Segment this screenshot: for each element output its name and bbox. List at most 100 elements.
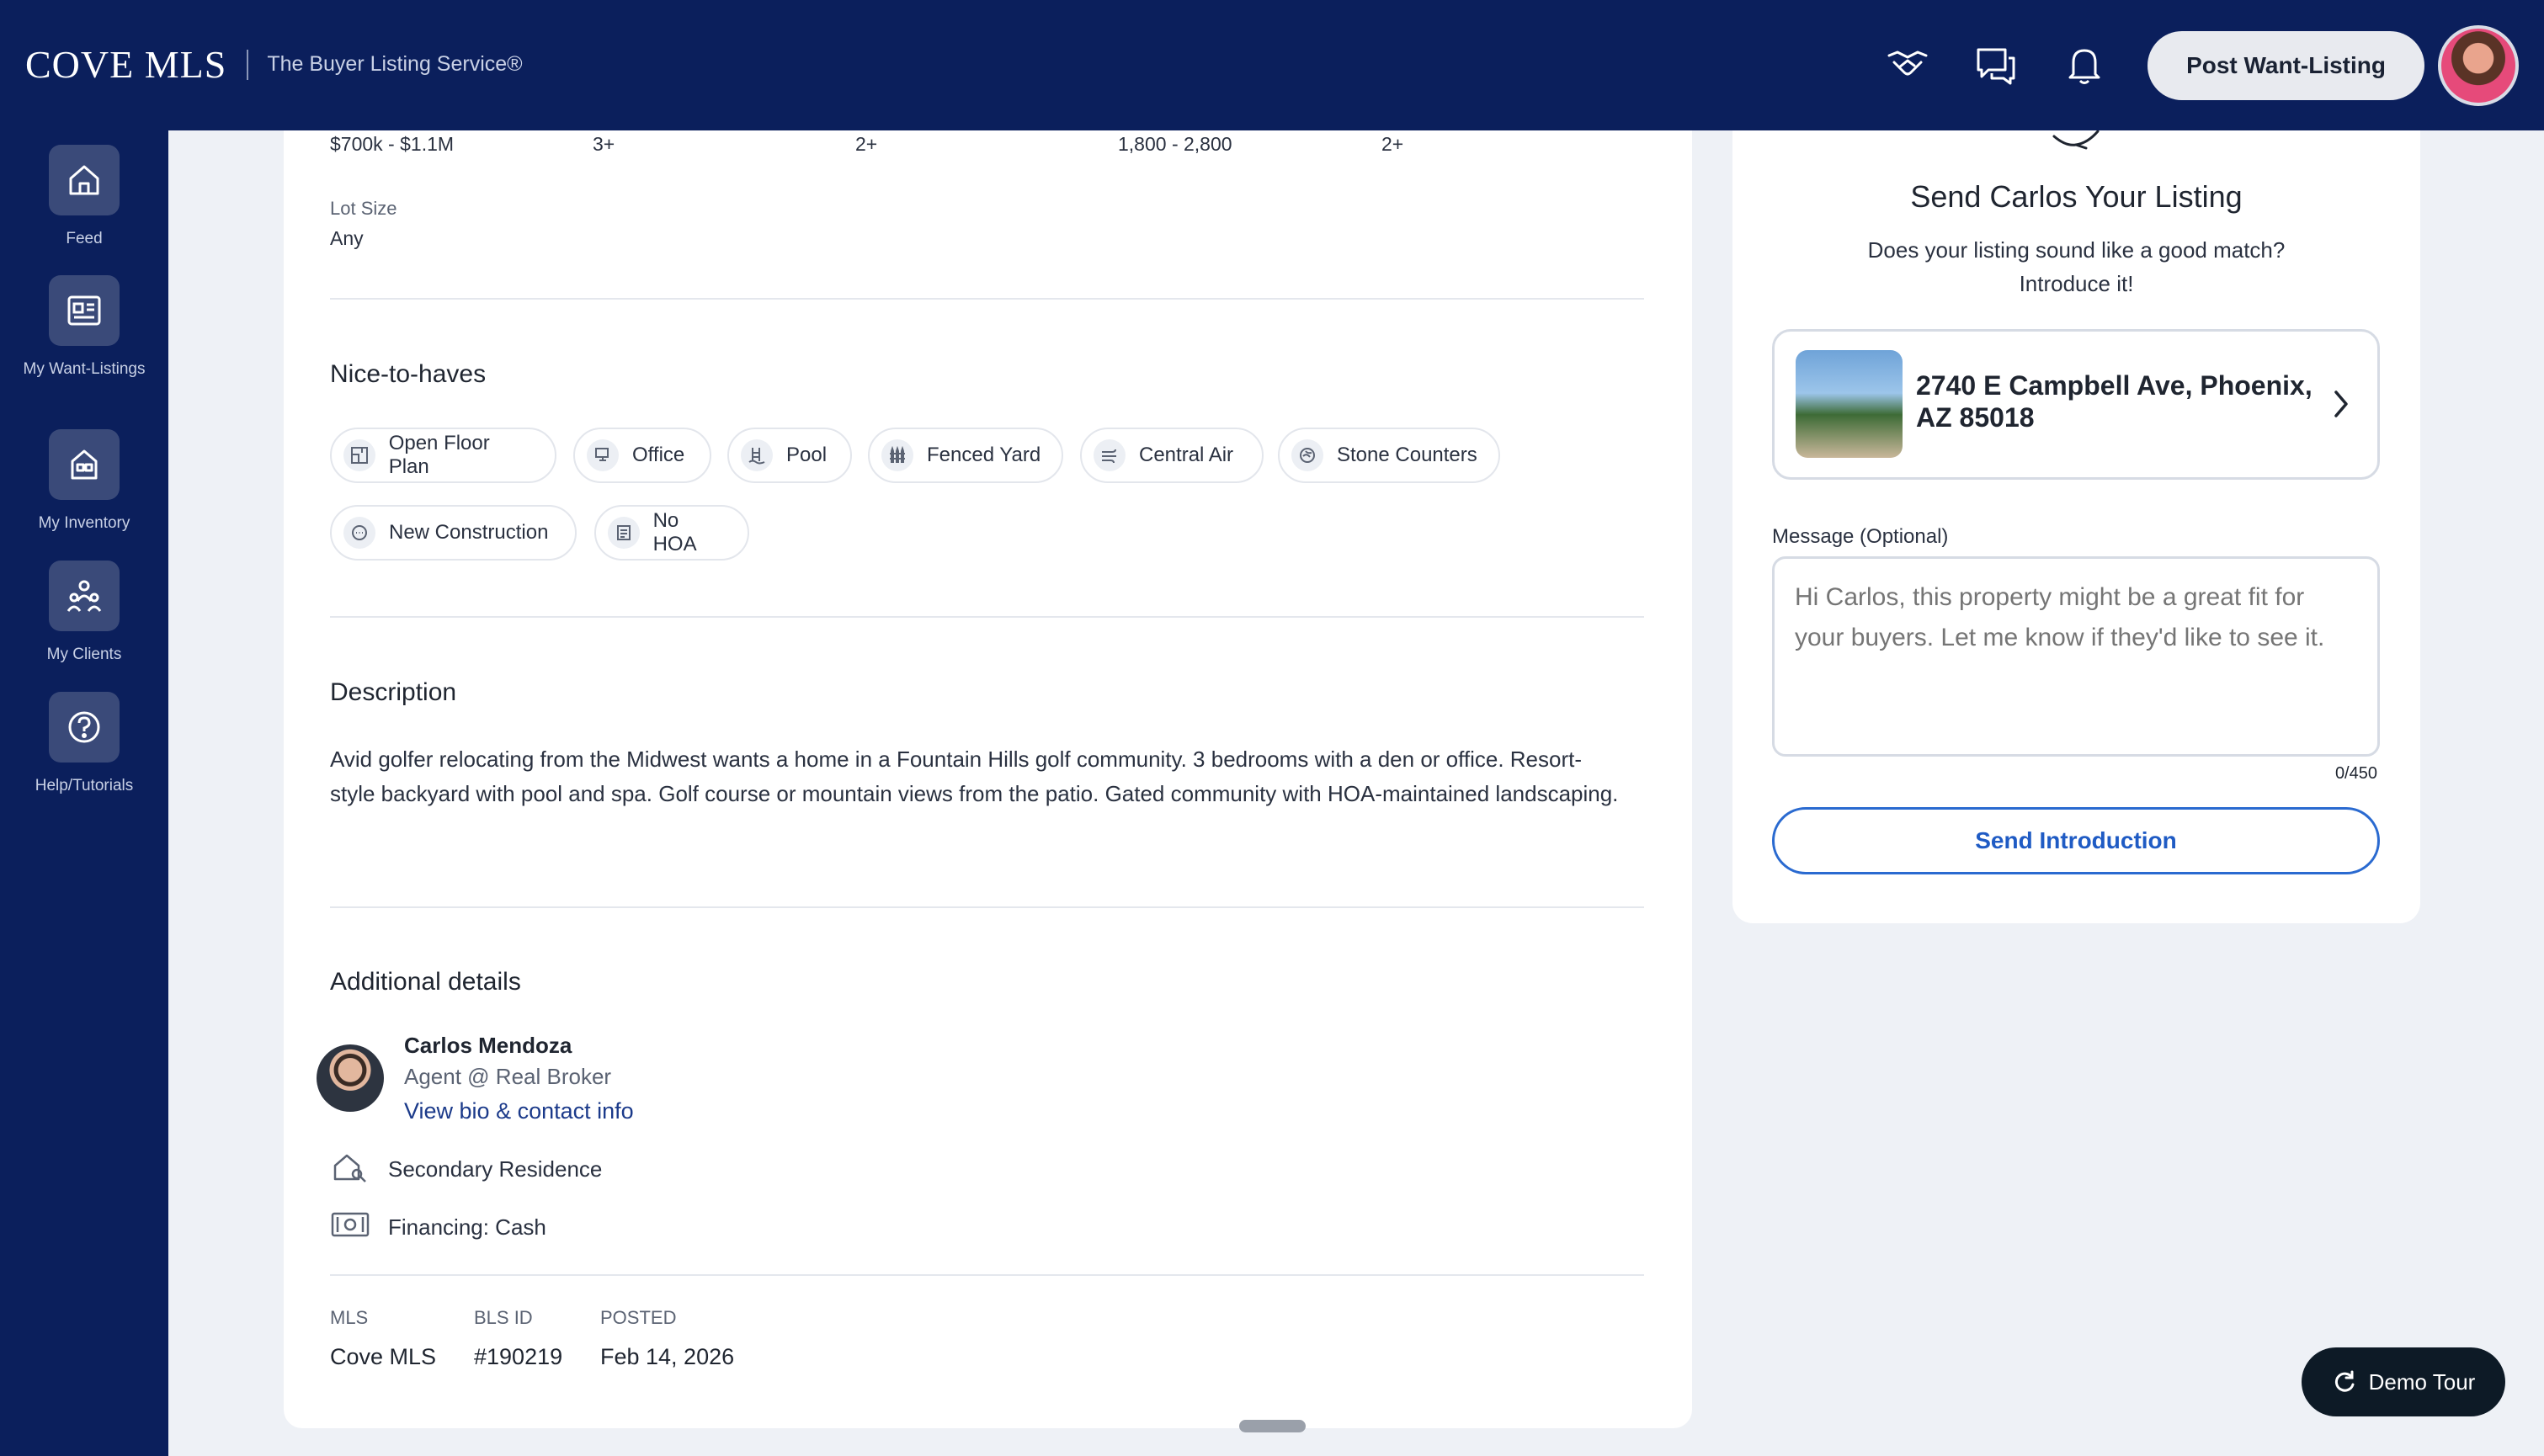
residence-type: Secondary Residence [388,1156,603,1182]
chip-open-floor-plan: Open Floor Plan [330,428,556,483]
send-introduction-button[interactable]: Send Introduction [1772,807,2380,874]
bls-id-value: #190219 [474,1344,563,1369]
clients-icon [67,580,102,612]
agent-role: Agent @ Real Broker [404,1064,612,1089]
nav-tile[interactable] [49,275,120,346]
section-divider [330,616,1644,618]
nav-tile[interactable] [49,429,120,500]
posted-label: POSTED [600,1307,677,1328]
demo-tour-label: Demo Tour [2368,1368,2476,1395]
description-text: Avid golfer relocating from the Midwest … [330,747,1619,806]
demo-tour-button[interactable]: Demo Tour [2302,1347,2505,1416]
help-icon [68,711,100,743]
house-key-icon [332,1150,369,1188]
chip-no-hoa: No HOA [594,505,749,561]
mls-value: Cove MLS [330,1344,437,1369]
listing-address: 2740 E Campbell Ave, Phoenix, [1916,370,2312,401]
top-bar: COVE MLS The Buyer Listing Service® Post… [0,0,2544,130]
bls-id-label: BLS ID [474,1307,533,1328]
agent-avatar[interactable] [317,1044,384,1112]
office-desk-icon [587,439,619,471]
garage-value: 2+ [1381,133,1404,155]
sidebar-item-label: My Inventory [38,514,130,532]
document-icon [608,517,640,549]
brand[interactable]: COVE MLS The Buyer Listing Service® [25,42,523,87]
mls-label: MLS [330,1307,369,1328]
chip-pool: Pool [727,428,852,483]
scroll-handle[interactable] [1239,1420,1306,1432]
brand-logo[interactable]: COVE MLS [25,42,226,87]
view-bio-link[interactable]: View bio & contact info [404,1098,634,1124]
chip-label: Open Floor Plan [388,432,490,478]
chip-label: Pool [786,444,828,466]
message-label: Message (Optional) [1772,525,1949,548]
char-counter: 0/450 [2334,764,2377,783]
chip-new-construction: New Construction [330,505,577,561]
messages-icon[interactable] [1971,40,2021,91]
posted-value: Feb 14, 2026 [600,1344,735,1369]
section-divider [330,906,1644,908]
sidebar-item-label: Feed [66,230,103,247]
bell-icon[interactable] [2059,40,2110,91]
chip-label: No HOA [652,509,697,555]
post-want-listing-button[interactable]: Post Want-Listing [2147,30,2424,100]
floor-plan-icon [343,439,375,471]
section-divider [330,298,1644,300]
sqft-value: 1,800 - 2,800 [1118,133,1232,155]
lot-size-value: Any [330,227,364,249]
nav-tile[interactable] [49,561,120,631]
bathrooms-value: 2+ [855,133,878,155]
sidebar-item-inventory[interactable]: My Inventory [0,429,168,535]
description-title: Description [330,678,457,706]
section-divider [330,1274,1644,1276]
chip-office: Office [573,428,711,483]
house-list-icon [71,449,98,480]
financing-type: Financing: Cash [388,1214,546,1240]
chip-stone-counters: Stone Counters [1278,428,1500,483]
listing-thumbnail [1796,350,1903,458]
brand-divider [247,49,249,80]
listing-address-2: AZ 85018 [1916,402,2035,433]
fence-icon [881,439,913,471]
sidebar-item-want-listings[interactable]: My Want-Listings [0,275,168,381]
chip-label: Stone Counters [1337,444,1477,466]
chip-label: New Construction [389,521,549,544]
sidebar: Feed My Want-Listings My Inventory My Cl… [0,130,168,1456]
cash-icon [331,1212,370,1241]
sidebar-item-label: My Want-Listings [23,360,146,378]
send-panel-subtitle-2: Introduce it! [2019,271,2134,296]
nice-to-haves-title: Nice-to-haves [330,360,487,388]
chip-label: Fenced Yard [927,444,1041,466]
message-input[interactable] [1772,556,2380,757]
paper-plane-icon [2049,126,2103,156]
send-panel-title: Send Carlos Your Listing [1910,179,2243,214]
top-actions: Post Want-Listing [1882,0,2544,130]
refresh-icon [2334,1370,2355,1392]
sidebar-item-label: My Clients [46,646,122,663]
nav-tile[interactable] [49,145,120,215]
home-icon [69,165,99,195]
user-avatar[interactable] [2438,24,2519,106]
price-range-value: $700k - $1.1M [330,133,455,155]
lot-size-label: Lot Size [330,198,397,219]
nav-tile[interactable] [49,692,120,763]
chip-label: Central Air [1139,444,1234,466]
chevron-right-icon[interactable] [2332,389,2350,423]
chip-central-air: Central Air [1080,428,1264,483]
send-panel-subtitle: Does your listing sound like a good matc… [1867,237,2286,263]
sidebar-item-help[interactable]: Help/Tutorials [0,692,168,798]
handshake-icon[interactable] [1882,40,1933,91]
sidebar-item-clients[interactable]: My Clients [0,561,168,667]
listing-card-icon [67,295,101,326]
sidebar-item-feed[interactable]: Feed [0,145,168,251]
brand-tagline: The Buyer Listing Service® [267,52,523,76]
construction-icon [343,517,375,549]
stone-icon [1291,439,1323,471]
additional-details-title: Additional details [330,968,521,996]
bedrooms-value: 3+ [593,133,615,155]
agent-name: Carlos Mendoza [404,1033,572,1058]
chip-fenced-yard: Fenced Yard [868,428,1063,483]
air-flow-icon [1094,439,1126,471]
sidebar-item-label: Help/Tutorials [35,777,134,794]
chip-label: Office [632,444,685,466]
